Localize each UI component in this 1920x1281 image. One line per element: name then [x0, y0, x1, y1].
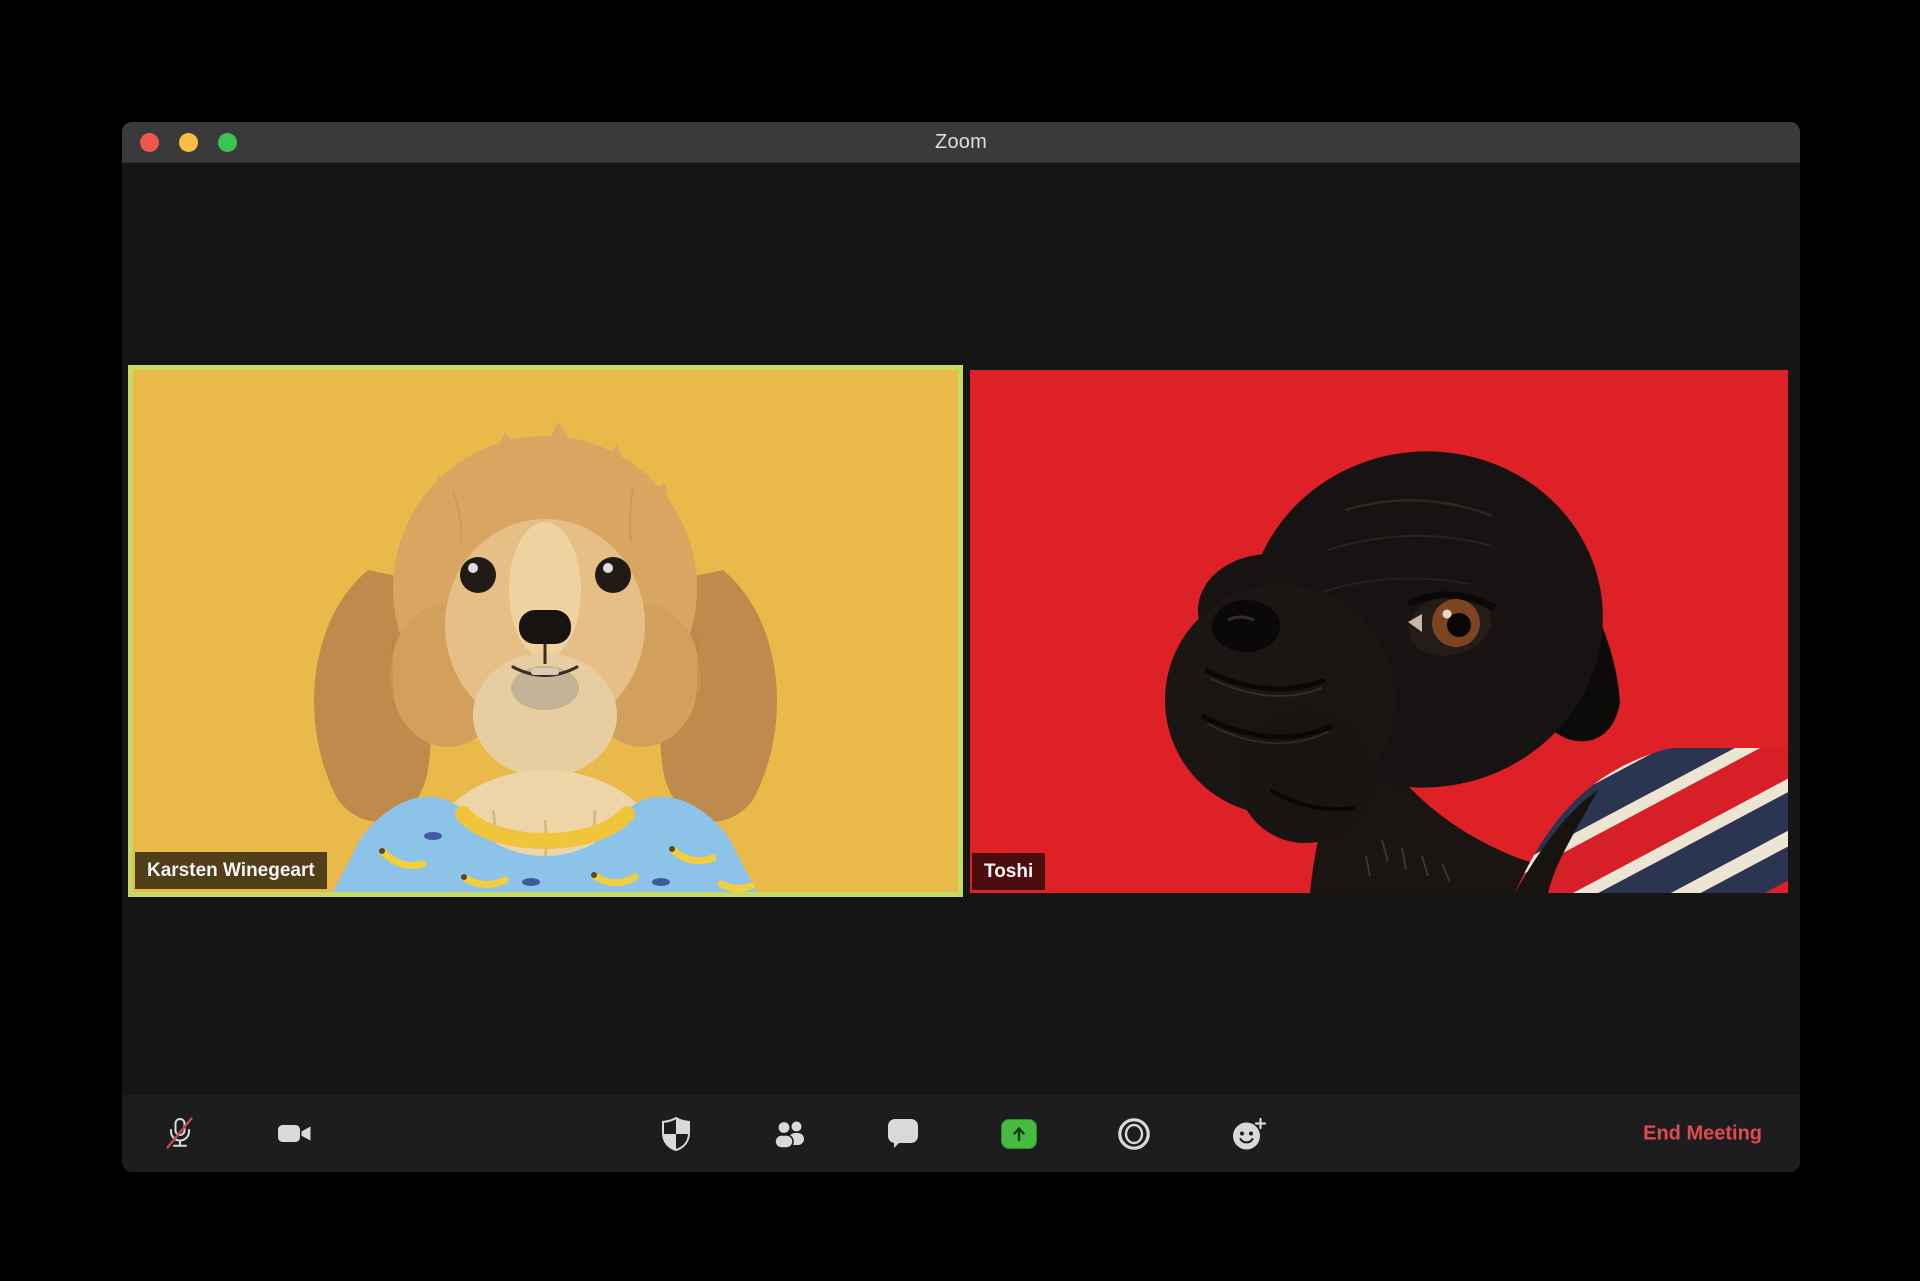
zoom-window: Zoom [122, 122, 1800, 1172]
minimize-window-button[interactable] [179, 133, 198, 152]
close-window-button[interactable] [140, 133, 159, 152]
titlebar: Zoom [122, 122, 1800, 163]
record-circle-icon [1117, 1117, 1151, 1151]
end-meeting-button[interactable]: End Meeting [1643, 1122, 1762, 1145]
video-camera-icon [278, 1122, 312, 1146]
window-title: Zoom [935, 131, 987, 154]
desktop-background: Zoom [0, 0, 1920, 1281]
reactions-button[interactable] [1225, 1110, 1273, 1158]
video-tile-toshi[interactable]: Toshi [970, 370, 1788, 893]
participants-button[interactable] [766, 1110, 814, 1158]
meeting-toolbar: End Meeting [122, 1095, 1800, 1172]
smiley-plus-icon [1230, 1117, 1268, 1151]
participant-video-pug [970, 370, 1788, 893]
fullscreen-window-button[interactable] [218, 133, 237, 152]
participant-name-label: Toshi [972, 853, 1045, 890]
video-tile-karsten[interactable]: Karsten Winegeart [128, 365, 963, 897]
security-button[interactable] [652, 1110, 700, 1158]
chat-button[interactable] [879, 1110, 927, 1158]
meeting-gallery: Karsten Winegeart [122, 163, 1800, 1095]
microphone-muted-icon [164, 1116, 196, 1152]
participant-video-tan-dog [133, 370, 958, 892]
video-button[interactable] [271, 1110, 319, 1158]
chat-bubble-icon [887, 1118, 919, 1149]
share-screen-button[interactable] [995, 1110, 1043, 1158]
record-button[interactable] [1110, 1110, 1158, 1158]
participants-icon [772, 1118, 808, 1149]
shield-icon [661, 1117, 691, 1151]
traffic-lights [140, 122, 237, 162]
share-screen-up-arrow-icon [1001, 1119, 1037, 1149]
participant-name-label: Karsten Winegeart [135, 852, 327, 889]
mute-button[interactable] [156, 1110, 204, 1158]
